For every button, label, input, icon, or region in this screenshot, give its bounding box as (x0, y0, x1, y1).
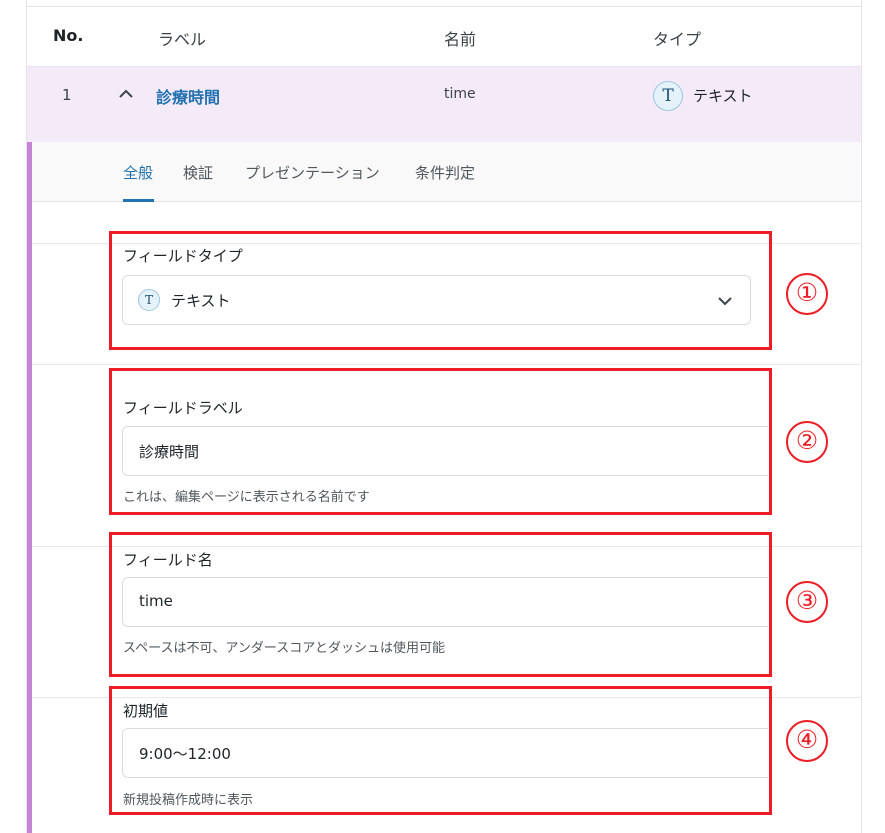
field-row-label-link[interactable]: 診療時間 (156, 84, 220, 108)
annotation-box-4 (109, 686, 772, 815)
fields-table-header: No. ラベル 名前 タイプ (27, 7, 861, 66)
header-label: ラベル (158, 30, 207, 49)
tab-conditional-logic[interactable]: 条件判定 (415, 162, 475, 183)
field-row-number: 1 (62, 86, 72, 104)
field-row-type: テキスト (693, 87, 753, 105)
header-name: 名前 (444, 30, 477, 49)
annotation-number-2: ② (786, 421, 828, 463)
active-tab-indicator (123, 199, 154, 202)
annotation-number-4: ④ (786, 720, 828, 762)
tab-general[interactable]: 全般 (123, 162, 153, 183)
annotation-number-1: ① (786, 273, 828, 315)
annotation-box-2 (109, 368, 772, 515)
text-type-icon: T (653, 81, 683, 111)
header-no: No. (53, 26, 84, 45)
chevron-up-icon[interactable] (117, 85, 135, 103)
tab-presentation[interactable]: プレゼンテーション (245, 162, 380, 183)
header-type: タイプ (653, 30, 702, 49)
annotation-number-3: ③ (786, 581, 828, 623)
annotation-box-1 (109, 231, 772, 350)
field-row-name: time (444, 86, 476, 102)
divider (32, 364, 861, 365)
settings-tabs: 全般 検証 プレゼンテーション 条件判定 (32, 142, 861, 202)
annotation-box-3 (109, 532, 772, 677)
tab-validation[interactable]: 検証 (183, 162, 213, 183)
field-row[interactable]: 1 診療時間 time T テキスト (27, 66, 861, 142)
field-settings-accent-bar (27, 142, 32, 833)
